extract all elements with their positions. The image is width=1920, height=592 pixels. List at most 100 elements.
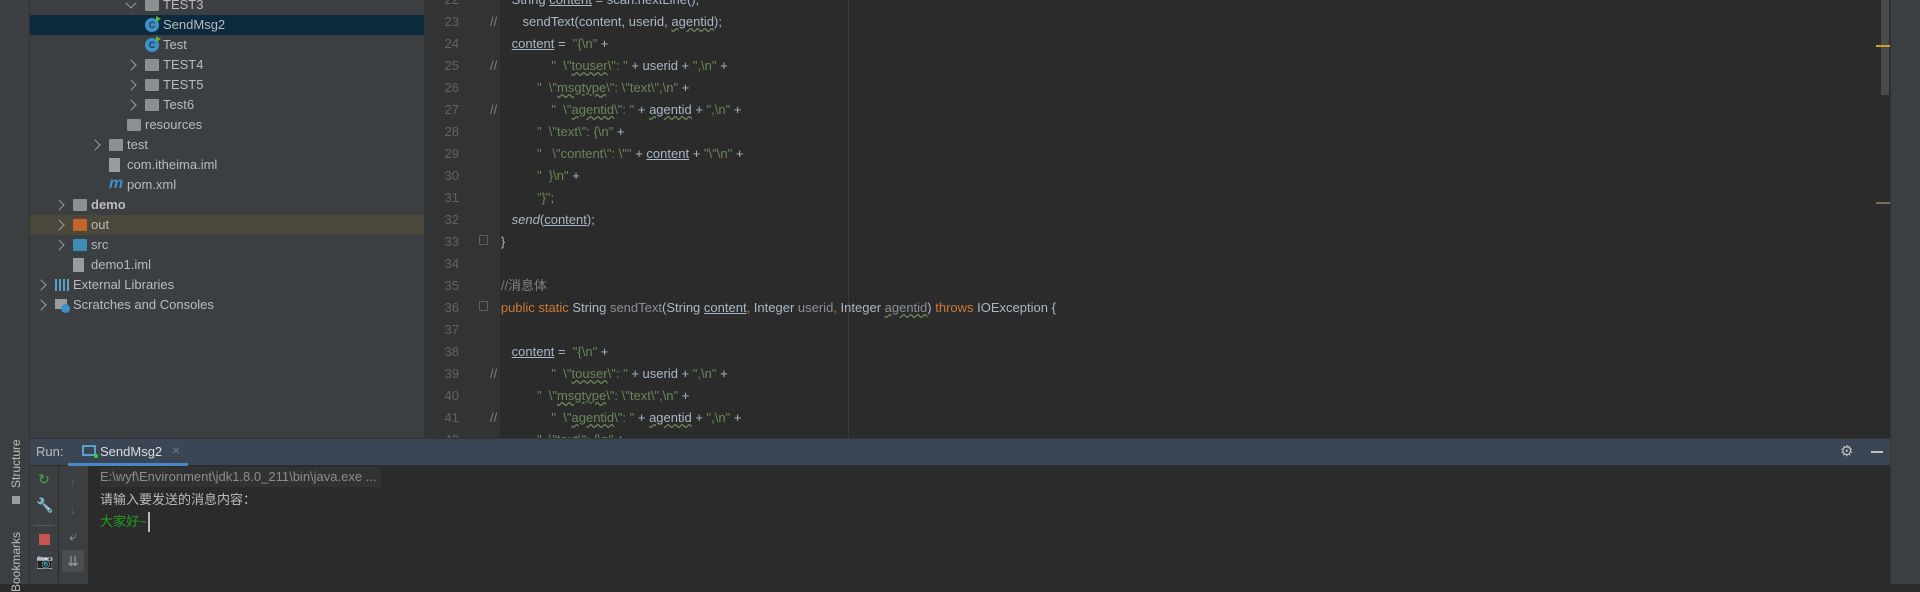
tree-item[interactable]: out <box>30 215 424 235</box>
tree-item-label: test <box>127 137 148 152</box>
minimize-icon[interactable] <box>1871 451 1883 453</box>
code-token: ",\n" <box>706 102 731 117</box>
chevron-right-icon[interactable] <box>89 139 101 151</box>
code-token: ",\n" <box>706 410 731 425</box>
code-token: ",\n" <box>692 366 717 381</box>
tree-item-label: Scratches and Consoles <box>73 297 214 312</box>
tree-item-label: resources <box>145 117 203 132</box>
console-command-line: E:\wyf\Environment\jdk1.8.0_211\bin\java… <box>100 467 381 487</box>
line-number: 36 <box>444 300 459 315</box>
info-marker[interactable] <box>1876 202 1890 204</box>
line-number: 33 <box>444 234 459 249</box>
chevron-right-icon[interactable] <box>53 199 65 211</box>
running-indicator-icon <box>94 454 98 458</box>
code-token: //消息体 <box>490 278 548 293</box>
right-margin-guide <box>848 0 849 438</box>
code-token: \": " <box>607 366 628 381</box>
tree-item[interactable]: Scratches and Consoles <box>30 295 424 315</box>
down-arrow-icon[interactable]: ↓ <box>65 501 81 517</box>
run-tab[interactable]: SendMsg2 × <box>82 439 188 464</box>
soft-wrap-icon[interactable]: ⤶ <box>65 528 81 544</box>
folder-icon <box>109 139 123 151</box>
chevron-right-icon[interactable] <box>53 219 65 231</box>
console-input-line[interactable]: 大家好~ <box>100 512 150 532</box>
code-token: } <box>490 234 506 249</box>
code-token: content <box>511 344 555 359</box>
warning-marker[interactable] <box>1876 45 1890 47</box>
code-token: content <box>703 300 747 315</box>
tree-item[interactable]: C Test <box>30 35 424 55</box>
code-line: String content = scan.nextLine(); <box>490 0 700 11</box>
code-token: sendText(content, userid, <box>497 14 672 29</box>
console-toolbar: ↑ ↓ ⤶ ⇊ <box>59 466 88 584</box>
wrench-icon[interactable]: 🔧 <box>36 497 53 513</box>
close-tab-icon[interactable]: × <box>172 442 180 458</box>
fold-marker-icon[interactable] <box>479 235 488 245</box>
gear-icon[interactable]: ⚙ <box>1840 442 1853 460</box>
tree-item[interactable]: com.itheima.iml <box>30 155 424 175</box>
bookmarks-tab[interactable]: Bookmarks <box>9 532 23 592</box>
tree-item[interactable]: TEST4 <box>30 55 424 75</box>
line-number: 40 <box>444 388 459 403</box>
tree-item-label: demo <box>91 197 126 212</box>
scroll-to-end-icon[interactable]: ⇊ <box>62 550 84 572</box>
line-number: 23 <box>444 14 459 29</box>
tree-item[interactable]: test <box>30 135 424 155</box>
code-token: throws <box>935 300 978 315</box>
tree-item-label: TEST4 <box>163 57 204 72</box>
chevron-right-icon[interactable] <box>35 299 47 311</box>
code-token: (String <box>662 300 704 315</box>
iml-icon <box>73 258 84 272</box>
folder-blue-icon <box>73 239 87 251</box>
code-token: " \" <box>536 388 558 403</box>
camera-icon[interactable]: 📷 <box>36 553 53 569</box>
tree-item[interactable]: External Libraries <box>30 275 424 295</box>
code-token: " \" <box>551 366 572 381</box>
line-number: 38 <box>444 344 459 359</box>
chevron-down-icon[interactable] <box>125 0 137 9</box>
code-token: + <box>732 146 744 161</box>
stop-icon[interactable] <box>39 534 50 545</box>
scratches-icon <box>55 299 70 313</box>
code-line: " \"msgtype\": \"text\",\n" + <box>490 77 689 99</box>
tree-item-label: External Libraries <box>73 277 175 292</box>
code-token: + <box>634 102 650 117</box>
tree-item[interactable]: TEST3 <box>30 0 424 15</box>
tree-item[interactable]: C SendMsg2 <box>30 15 424 35</box>
chevron-right-icon[interactable] <box>125 79 137 91</box>
package-icon <box>145 79 159 91</box>
code-token: + userid + <box>627 58 693 73</box>
editor-scrollbar[interactable] <box>1881 0 1889 95</box>
code-token: + <box>716 366 728 381</box>
tree-item[interactable]: Test6 <box>30 95 424 115</box>
tree-item-label: Test6 <box>163 97 195 112</box>
chevron-right-icon[interactable] <box>125 59 137 71</box>
tree-item[interactable]: m pom.xml <box>30 175 424 195</box>
tree-item-label: SendMsg2 <box>163 17 226 32</box>
tree-item[interactable]: demo <box>30 195 424 215</box>
code-token: " }\n" <box>536 168 569 183</box>
code-token: agentid <box>671 14 715 29</box>
code-line: "}"; <box>490 187 554 209</box>
run-tab-label: SendMsg2 <box>100 444 163 459</box>
structure-tab[interactable]: Structure <box>9 439 23 488</box>
code-token: + <box>730 102 742 117</box>
chevron-right-icon[interactable] <box>53 239 65 251</box>
fold-marker-icon[interactable] <box>479 301 488 311</box>
chevron-right-icon[interactable] <box>125 99 137 111</box>
rerun-icon[interactable]: ↻ <box>36 471 52 487</box>
package-icon <box>145 0 159 11</box>
tree-item[interactable]: TEST5 <box>30 75 424 95</box>
tree-item[interactable]: src <box>30 235 424 255</box>
tree-item[interactable]: resources <box>30 115 424 135</box>
tree-item[interactable]: demo1.iml <box>30 255 424 275</box>
code-token: " \"content\": \"" <box>536 146 632 161</box>
up-arrow-icon[interactable]: ↑ <box>65 474 81 490</box>
iml-icon <box>109 158 120 172</box>
chevron-right-icon[interactable] <box>35 279 47 291</box>
